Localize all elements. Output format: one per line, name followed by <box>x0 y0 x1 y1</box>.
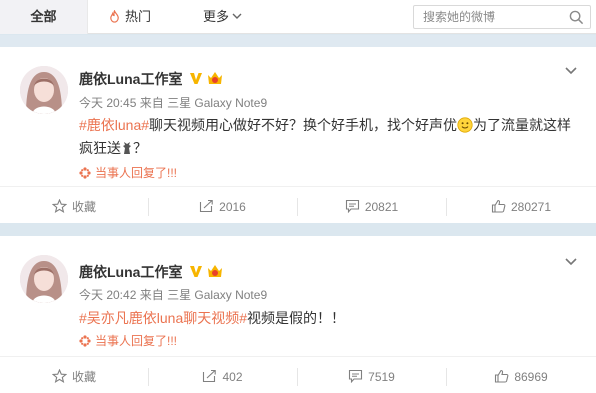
search-input[interactable] <box>414 6 554 28</box>
repost-button[interactable]: 2016 <box>148 187 297 227</box>
avatar-image <box>20 255 68 303</box>
like-button[interactable]: 280271 <box>446 187 596 227</box>
favorite-button[interactable]: 收藏 <box>0 187 148 227</box>
avatar[interactable] <box>20 66 68 114</box>
post-text: 视频是假的！！ <box>247 310 346 326</box>
post-menu-chevron-icon[interactable] <box>564 66 578 76</box>
verified-badge-icon <box>190 266 202 277</box>
vip-crown-icon <box>208 265 222 277</box>
action-bar: 收藏 2016 20821 280271 <box>0 186 596 226</box>
repost-button[interactable]: 402 <box>148 357 297 393</box>
topic-tag-link[interactable]: #吴亦凡鹿依luna聊天视频# <box>79 310 247 326</box>
post-meta: 今天 20:42 来自 三星 Galaxy Note9 <box>79 286 267 303</box>
thumbs-up-icon <box>491 199 506 213</box>
smile-emoji-icon <box>457 117 473 133</box>
post-text: ？ <box>133 140 147 156</box>
favorite-button[interactable]: 收藏 <box>0 357 148 393</box>
divider-strip <box>0 35 596 47</box>
post-menu-chevron-icon[interactable] <box>564 257 578 267</box>
post-time[interactable]: 今天 20:42 <box>79 288 136 302</box>
source-prefix: 来自 <box>139 288 164 302</box>
comment-count: 20821 <box>364 200 399 214</box>
author-name[interactable]: 鹿依Luna工作室 <box>79 262 182 282</box>
post-source: 三星 Galaxy Note9 <box>167 288 268 302</box>
vip-crown-icon <box>208 72 222 84</box>
tab-hot-label: 热门 <box>125 9 152 24</box>
reply-notice[interactable]: 当事人回复了!!! <box>79 332 177 349</box>
action-bar: 收藏 402 7519 86969 <box>0 356 596 393</box>
author-name[interactable]: 鹿依Luna工作室 <box>79 69 182 89</box>
comment-icon <box>349 369 363 384</box>
search-box <box>413 5 591 29</box>
verified-badge-icon <box>190 73 202 84</box>
fire-icon <box>110 10 119 23</box>
avatar[interactable] <box>20 255 68 303</box>
favorite-label: 收藏 <box>71 370 96 384</box>
repost-count: 2016 <box>219 200 246 214</box>
source-prefix: 来自 <box>139 96 164 110</box>
star-icon <box>51 198 68 213</box>
post-source: 三星 Galaxy Note9 <box>167 96 268 110</box>
repost-icon <box>203 369 217 383</box>
chevron-down-icon <box>232 13 242 19</box>
post-meta: 今天 20:45 来自 三星 Galaxy Note9 <box>79 94 267 111</box>
topic-tag-link[interactable]: #鹿依luna# <box>79 117 149 133</box>
repost-count: 402 <box>222 370 243 384</box>
like-button[interactable]: 86969 <box>446 357 596 393</box>
comment-button[interactable]: 7519 <box>297 357 446 393</box>
post-text: 聊天视频用心做好不好？换个好手机，找个好声优 <box>149 117 458 133</box>
weibo-post: 鹿依Luna工作室 今天 20:42 来自 三星 Galaxy Note9 #吴… <box>0 236 596 393</box>
tab-more-label: 更多 <box>203 9 230 24</box>
post-content: #鹿依luna#聊天视频用心做好不好？换个好手机，找个好声优 为了流量就这样疯狂送… <box>79 114 584 160</box>
profile-tab-bar: 全部 热门 更多 <box>0 0 596 34</box>
sparkle-icon <box>79 167 91 179</box>
post-time[interactable]: 今天 20:45 <box>79 96 136 110</box>
repost-icon <box>200 199 213 213</box>
comment-button[interactable]: 20821 <box>297 187 446 227</box>
reply-notice-text: 当事人回复了!!! <box>95 166 178 180</box>
tab-hot[interactable]: 热门 <box>108 0 151 34</box>
star-icon <box>51 368 68 383</box>
thumbs-up-icon <box>495 369 509 383</box>
like-count: 280271 <box>510 200 552 214</box>
post-content: #吴亦凡鹿依luna聊天视频#视频是假的！！ <box>79 307 584 330</box>
tab-more[interactable]: 更多 <box>203 0 242 34</box>
avatar-image <box>20 66 68 114</box>
comment-icon <box>345 199 359 214</box>
reply-notice-text: 当事人回复了!!! <box>95 334 178 348</box>
weibo-post: 鹿依Luna工作室 今天 20:45 来自 三星 Galaxy Note9 #鹿… <box>0 47 596 223</box>
favorite-label: 收藏 <box>71 200 96 214</box>
reply-notice[interactable]: 当事人回复了!!! <box>79 164 177 181</box>
comment-count: 7519 <box>368 370 395 384</box>
cheer-emoji-icon <box>123 142 131 154</box>
tab-all[interactable]: 全部 <box>0 0 88 34</box>
like-count: 86969 <box>514 370 548 384</box>
search-icon[interactable] <box>569 10 584 25</box>
sparkle-icon <box>79 335 91 347</box>
